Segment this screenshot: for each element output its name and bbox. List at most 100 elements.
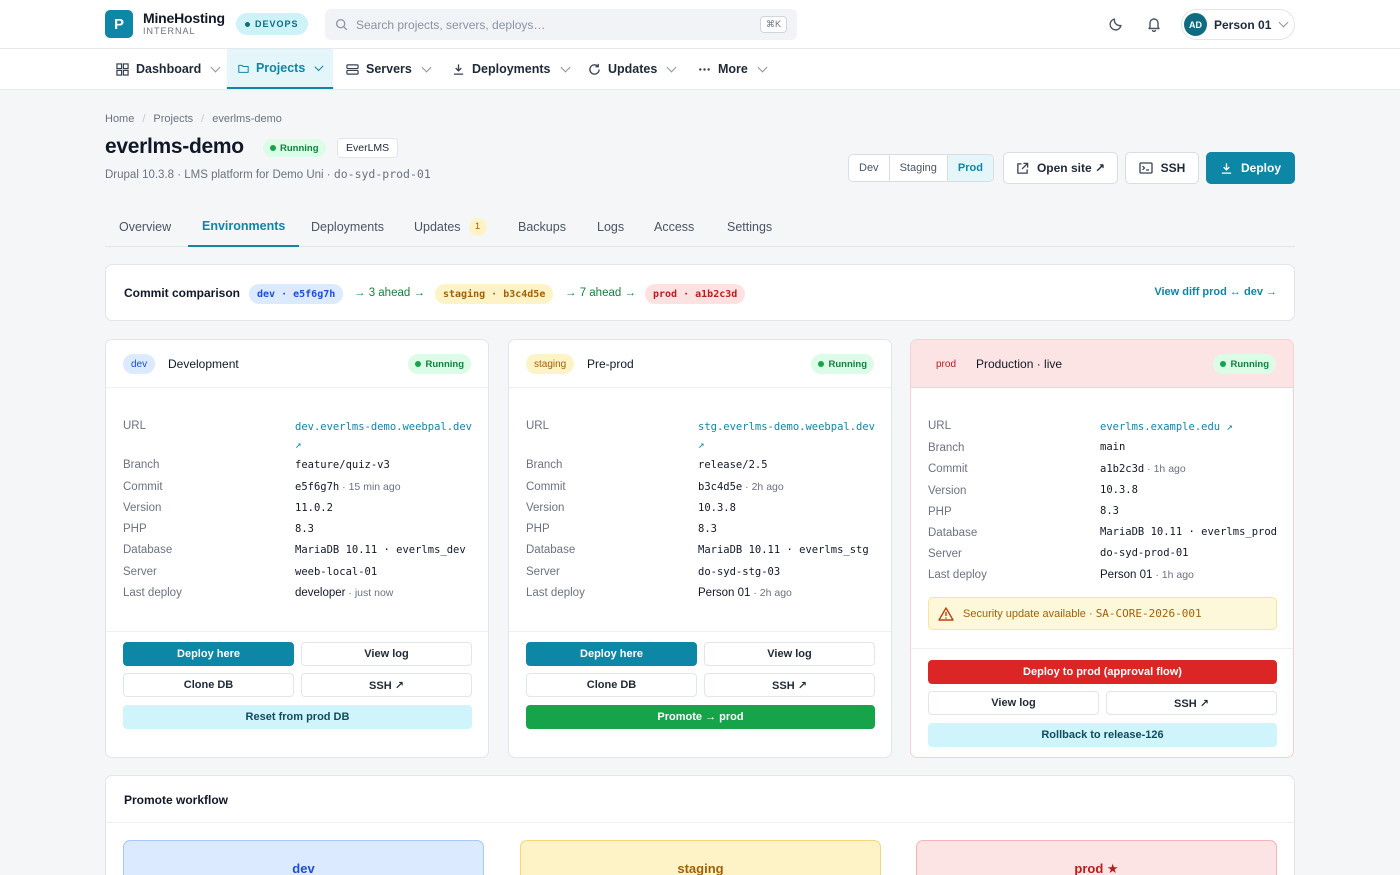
notifications-button[interactable] — [1142, 12, 1166, 36]
status-dot — [1220, 361, 1227, 367]
nav-more[interactable]: More — [687, 49, 777, 89]
tab-deployments[interactable]: Deployments — [297, 207, 398, 246]
security-update-alert: Security update available · SA-CORE-2026… — [928, 597, 1277, 630]
label-commit: Commit — [526, 481, 566, 493]
divider — [106, 822, 1294, 823]
nav-dashboard[interactable]: Dashboard — [105, 49, 230, 89]
env-url-link[interactable]: stg.everlms-demo.weebpal.dev ↗ — [698, 418, 876, 454]
env-name: Production · live — [976, 357, 1063, 371]
ssh-button[interactable]: SSH ↗ — [1106, 691, 1277, 715]
status-label: Running — [280, 142, 319, 154]
deploy-age: · just now — [345, 587, 394, 599]
card-actions: Deploy to prod (approval flow) View log … — [911, 648, 1293, 757]
reset-from-prod-db-button[interactable]: Reset from prod DB — [123, 705, 472, 729]
view-log-button[interactable]: View log — [704, 642, 875, 666]
user-name: Person 01 — [1214, 17, 1272, 32]
env-switch-prod[interactable]: Prod — [947, 155, 993, 181]
project-tag: EverLMS — [337, 138, 399, 158]
nav-servers[interactable]: Servers — [335, 49, 441, 89]
label-version: Version — [526, 502, 565, 514]
tab-overview[interactable]: Overview — [105, 207, 185, 246]
workflow-stage-dev[interactable]: dev — [123, 840, 484, 875]
view-log-button[interactable]: View log — [928, 691, 1099, 715]
environment-badge-label: DEVOPS — [255, 19, 299, 29]
folder-icon — [238, 64, 249, 73]
version-value: 10.3.8 — [1100, 484, 1138, 496]
ssh-button[interactable]: SSH ↗ — [704, 673, 875, 697]
app-logo[interactable]: P — [105, 10, 133, 38]
breadcrumb-projects[interactable]: Projects — [153, 113, 193, 125]
breadcrumb-home[interactable]: Home — [105, 113, 134, 125]
project-tabs: Overview Environments Deployments Update… — [105, 207, 1295, 247]
workflow-stage-prod[interactable]: prod ★ — [916, 840, 1277, 875]
label-last-deploy: Last deploy — [123, 587, 182, 599]
nav-updates[interactable]: Updates — [577, 49, 686, 89]
deploy-to-prod-button[interactable]: Deploy to prod (approval flow) — [928, 660, 1277, 684]
commit-value: b3c4d5e · 2h ago — [698, 481, 784, 493]
tab-label: Settings — [727, 219, 773, 234]
status-badge: Running — [408, 354, 471, 374]
chevron-down-icon — [210, 62, 221, 72]
label-version: Version — [928, 485, 967, 497]
env-url-link[interactable]: everlms.example.edu ↗ — [1100, 418, 1278, 436]
label-url: URL — [123, 420, 147, 432]
view-diff-link[interactable]: View diff prod ↔ dev → — [1154, 286, 1277, 298]
download-icon — [1221, 162, 1232, 174]
tab-updates[interactable]: Updates 1 — [400, 207, 501, 246]
view-log-button[interactable]: View log — [301, 642, 472, 666]
ssh-button[interactable]: SSH — [1125, 152, 1199, 184]
deploy-here-button[interactable]: Deploy here — [526, 642, 697, 666]
environment-switcher: Dev Staging Prod — [848, 154, 994, 182]
staging-ahead-count: → 7 ahead → — [565, 287, 636, 299]
ssh-button[interactable]: SSH ↗ — [301, 673, 472, 697]
brand[interactable]: MineHosting INTERNAL — [143, 11, 225, 37]
nav-projects[interactable]: Projects — [227, 49, 333, 89]
tab-logs[interactable]: Logs — [583, 207, 638, 246]
label-commit: Commit — [928, 463, 968, 475]
alert-code: SA-CORE-2026-001 — [1095, 607, 1202, 620]
env-switch-staging[interactable]: Staging — [890, 155, 948, 181]
ssh-label: SSH — [1160, 161, 1186, 175]
tab-settings[interactable]: Settings — [713, 207, 786, 246]
env-card-staging: staging Pre-prod Running URL stg.everlms… — [508, 339, 892, 758]
open-site-label: Open site ↗ — [1036, 161, 1106, 175]
more-icon — [699, 67, 710, 71]
theme-toggle-button[interactable] — [1104, 12, 1128, 36]
tab-access[interactable]: Access — [640, 207, 708, 246]
commit-hash: e5f6g7h — [295, 481, 340, 493]
nav-deployments[interactable]: Deployments — [441, 49, 580, 89]
chevron-down-icon — [421, 62, 432, 72]
user-menu[interactable]: AD Person 01 — [1181, 9, 1295, 40]
promote-to-prod-button[interactable]: Promote → prod — [526, 705, 875, 729]
label-last-deploy: Last deploy — [928, 569, 987, 581]
search-input[interactable] — [356, 17, 760, 32]
search-shortcut: ⌘K — [759, 16, 787, 33]
prod-commit-chip: prod · a1b2c3d — [645, 284, 746, 304]
deploy-age: · 2h ago — [750, 587, 792, 599]
rollback-button[interactable]: Rollback to release-126 — [928, 723, 1277, 747]
clone-db-button[interactable]: Clone DB — [526, 673, 697, 697]
label-database: Database — [526, 544, 576, 556]
open-site-button[interactable]: Open site ↗ — [1003, 152, 1118, 184]
label-branch: Branch — [123, 459, 160, 471]
workflow-stage-staging[interactable]: staging — [520, 840, 881, 875]
status-badge: Running — [263, 139, 326, 157]
breadcrumb-separator: / — [201, 113, 205, 125]
last-deploy-value: developer · just now — [295, 587, 393, 599]
clone-db-button[interactable]: Clone DB — [123, 673, 294, 697]
deploy-button[interactable]: Deploy — [1206, 152, 1295, 184]
commit-hash: a1b2c3d — [1100, 463, 1145, 475]
nav-updates-label: Updates — [608, 62, 658, 76]
tab-label: Overview — [119, 219, 172, 234]
last-deploy-value: Person 01 · 1h ago — [1100, 569, 1194, 581]
label-url: URL — [928, 420, 952, 432]
search-bar[interactable]: ⌘K — [325, 9, 797, 40]
env-switch-dev[interactable]: Dev — [849, 155, 890, 181]
env-url-link[interactable]: dev.everlms-demo.weebpal.dev ↗ — [295, 418, 473, 454]
tab-backups[interactable]: Backups — [504, 207, 580, 246]
label-last-deploy: Last deploy — [526, 587, 585, 599]
subtitle-text: Drupal 10.3.8 · LMS platform for Demo Un… — [105, 169, 334, 181]
tab-environments[interactable]: Environments — [188, 207, 300, 247]
deploy-here-button[interactable]: Deploy here — [123, 642, 294, 666]
environment-badge: DEVOPS — [236, 13, 308, 35]
